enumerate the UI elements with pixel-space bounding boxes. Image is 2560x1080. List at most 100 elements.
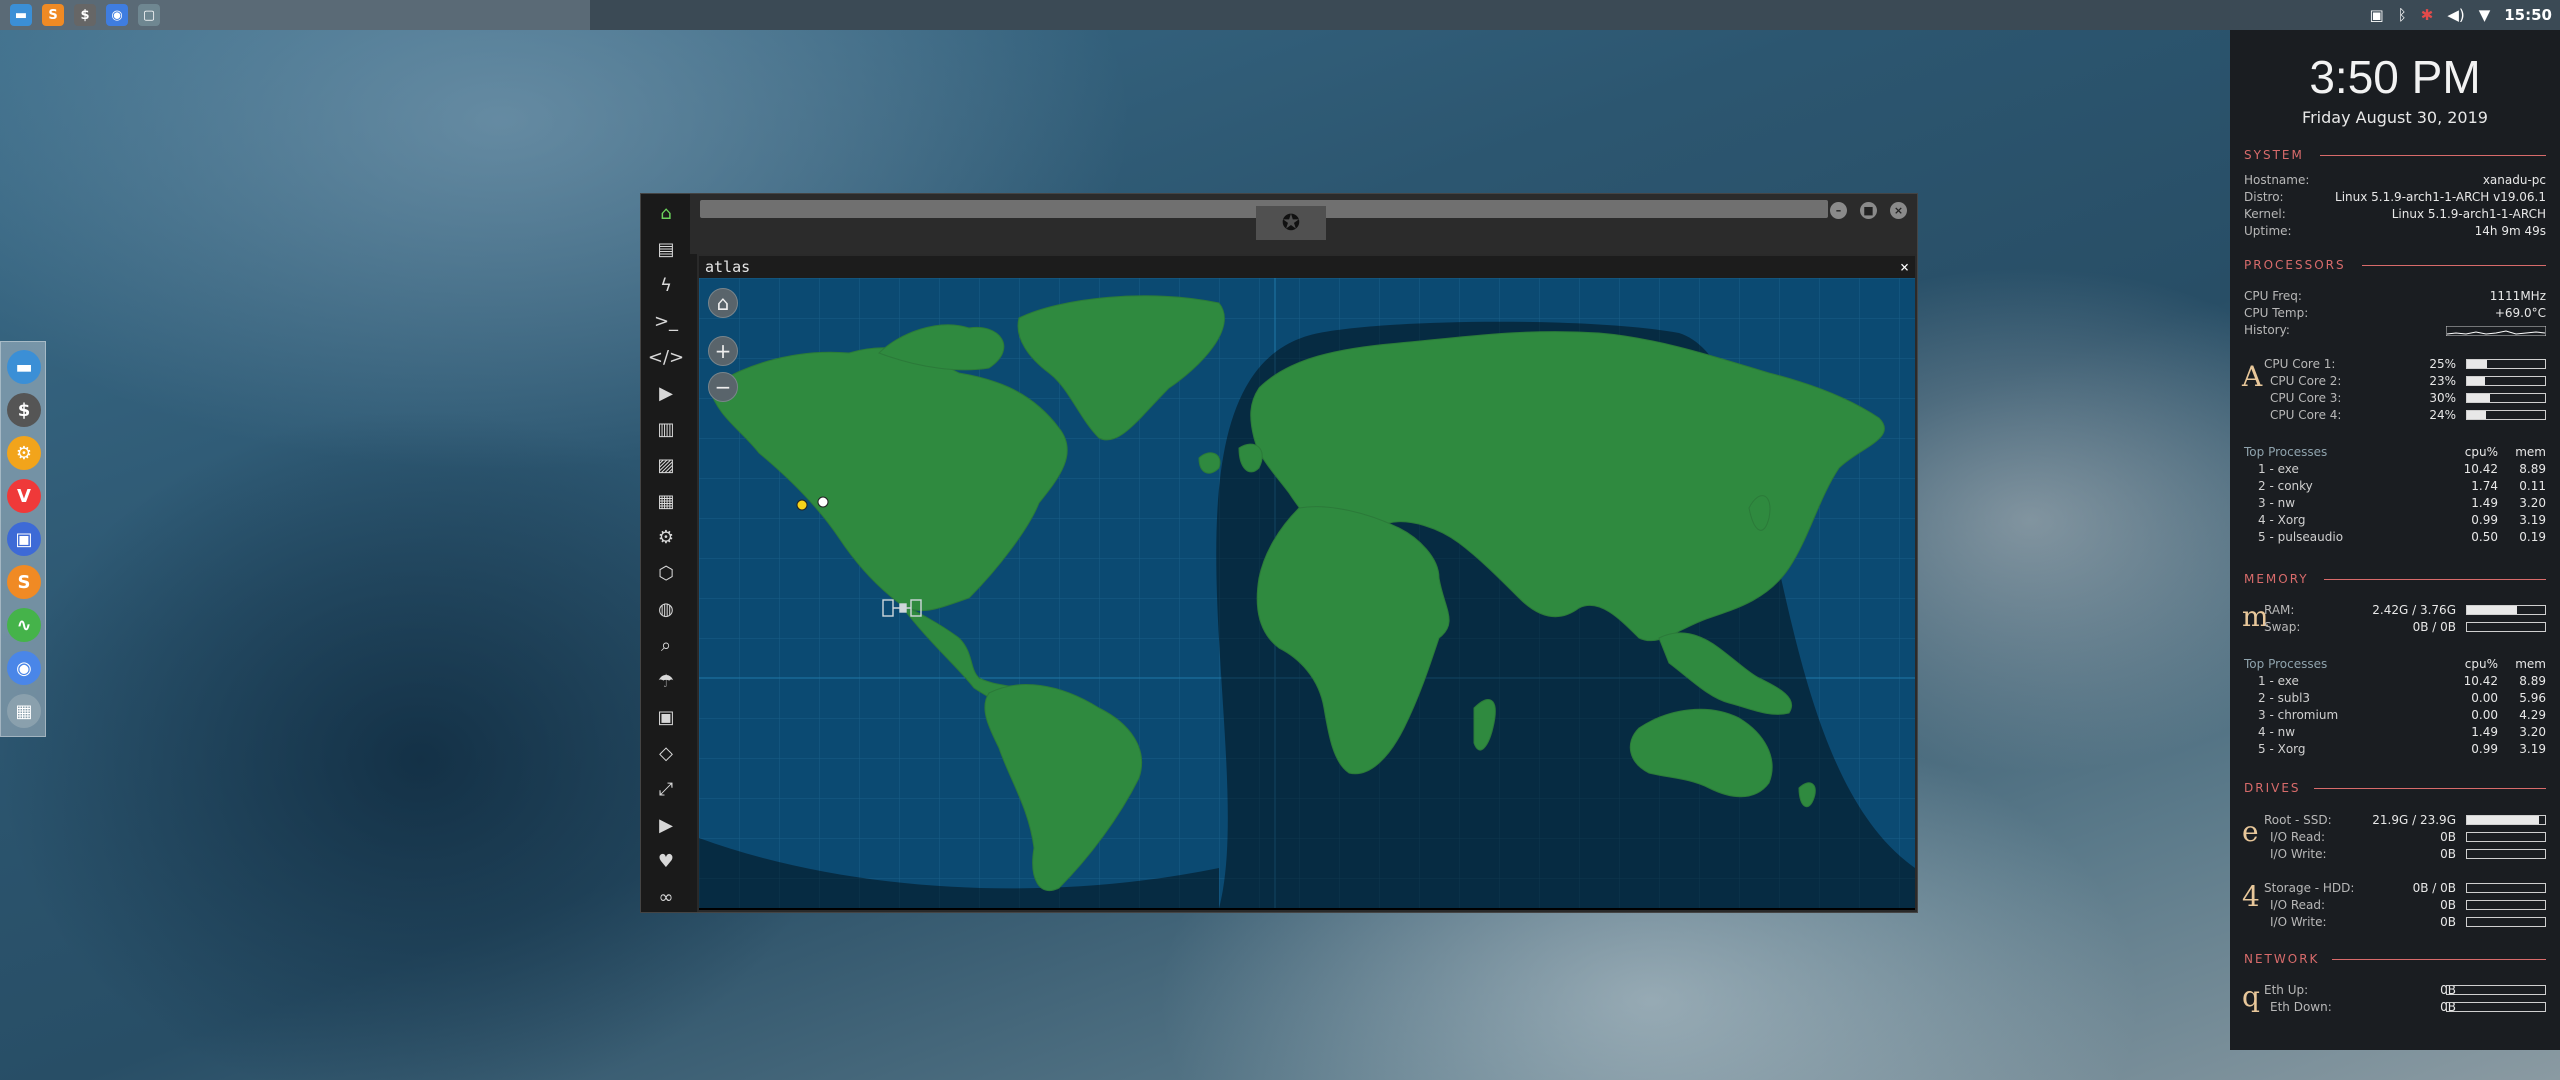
document-icon[interactable]: ▤ <box>653 236 679 262</box>
home-icon[interactable]: ⌂ <box>653 200 679 226</box>
cpu-core-bar <box>2466 359 2546 369</box>
cpu-core-bar <box>2466 393 2546 403</box>
screenshot-tray-icon[interactable]: ▣ <box>2370 6 2384 24</box>
map-home-button[interactable]: ⌂ <box>708 288 738 318</box>
cpu-core-row: CPU Core 2: 23% <box>2270 373 2546 390</box>
eth-down-row: Eth Down: 0B <box>2270 999 2546 1016</box>
hexagon-icon[interactable]: ⬡ <box>653 560 679 586</box>
section-memory: MEMORY <box>2244 572 2546 586</box>
map-canvas <box>699 278 1915 908</box>
root-ssd-row: Root - SSD: 21.9G / 23.9G <box>2264 812 2546 829</box>
play-icon[interactable]: ▶ <box>653 380 679 406</box>
cpu-freq-row: CPU Freq: 1111MHz <box>2244 289 2546 303</box>
search-icon[interactable]: ⌕ <box>653 632 679 658</box>
cpu-core-bar <box>2466 376 2546 386</box>
files-icon[interactable]: ▬ <box>7 350 41 384</box>
storage-hdd-row: Storage - HDD: 0B / 0B <box>2264 880 2546 897</box>
chromium-icon[interactable]: ◉ <box>106 4 128 26</box>
processor-letter: A <box>2242 360 2263 393</box>
window-titlebar[interactable]: ✪ – ■ × <box>690 194 1917 254</box>
system-tray: ▣ ᛒ ✱ ◀) ▼ 15:50 <box>2370 0 2552 30</box>
section-system: SYSTEM <box>2244 148 2546 162</box>
conky-panel: 3:50 PM Friday August 30, 2019 SYSTEM PR… <box>2230 30 2560 1050</box>
swap-row: Swap: 0B / 0B <box>2264 619 2546 636</box>
ledger-icon[interactable]: ▥ <box>653 416 679 442</box>
system-row: Hostname: xanadu-pc <box>2244 173 2546 187</box>
world-map[interactable]: ⌂ + − <box>699 278 1915 908</box>
moon-marker[interactable] <box>817 496 829 508</box>
top-processes-header: Top Processes cpu% mem <box>2244 657 2546 671</box>
globe-icon[interactable]: ◍ <box>653 596 679 622</box>
terminal-icon[interactable]: >_ <box>653 308 679 334</box>
process-row: 4 - nw 1.49 3.20 <box>2258 725 2546 739</box>
process-row: 1 - exe 10.42 8.89 <box>2258 462 2546 476</box>
sun-marker[interactable] <box>796 499 808 511</box>
code-icon[interactable]: </> <box>648 344 684 370</box>
cpu-core-row: CPU Core 1: 25% <box>2264 356 2546 373</box>
atlas-app: atlas × ⌂ + − <box>697 254 1917 912</box>
youtube-icon[interactable]: ▶ <box>653 812 679 838</box>
infinity-icon[interactable]: ∞ <box>653 884 679 910</box>
news-icon[interactable]: ▦ <box>653 488 679 514</box>
wifi-icon[interactable]: ▼ <box>2479 6 2491 24</box>
cpu-core-bar <box>2466 410 2546 420</box>
monitor-icon[interactable]: ∿ <box>7 608 41 642</box>
close-button[interactable]: × <box>1890 202 1907 219</box>
taskbar-launchers: ▬ S $ ◉ ▢ <box>0 0 590 30</box>
zoom-out-button[interactable]: − <box>708 372 738 402</box>
storage-write-row: I/O Write: 0B <box>2270 914 2546 931</box>
section-drives: DRIVES <box>2244 781 2546 795</box>
sublime-icon[interactable]: S <box>42 4 64 26</box>
maximize-button[interactable]: ■ <box>1860 202 1877 219</box>
storage-read-row: I/O Read: 0B <box>2270 897 2546 914</box>
image-icon[interactable]: ▨ <box>653 452 679 478</box>
root-read-row: I/O Read: 0B <box>2270 829 2546 846</box>
section-network: NETWORK <box>2244 952 2546 966</box>
volume-icon[interactable]: ◀) <box>2447 6 2464 24</box>
conky-time: 3:50 PM <box>2309 51 2481 103</box>
notification-icon[interactable]: ✱ <box>2421 6 2434 24</box>
vivaldi-icon[interactable]: V <box>7 479 41 513</box>
settings-icon[interactable]: ⚙ <box>7 436 41 470</box>
cpu-history-graph <box>2446 326 2546 336</box>
minimize-button[interactable]: – <box>1830 202 1847 219</box>
process-row: 5 - pulseaudio 0.50 0.19 <box>2258 530 2546 544</box>
settings-icon[interactable]: ⚙ <box>653 524 679 550</box>
rebel-logo-icon[interactable]: ✪ <box>1256 206 1326 240</box>
contacts-icon[interactable]: ▣ <box>653 704 679 730</box>
app-title: atlas <box>705 258 751 276</box>
terminal-icon[interactable]: $ <box>74 4 96 26</box>
bolt-icon[interactable]: ϟ <box>653 272 679 298</box>
panel-clock[interactable]: 15:50 <box>2504 6 2552 24</box>
process-row: 2 - conky 1.74 0.11 <box>2258 479 2546 493</box>
ram-row: RAM: 2.42G / 3.76G <box>2264 602 2546 619</box>
heart-icon[interactable]: ♥ <box>653 848 679 874</box>
process-row: 2 - subl3 0.00 5.96 <box>2258 691 2546 705</box>
network-letter: q <box>2242 980 2260 1013</box>
app-close-button[interactable]: × <box>1900 256 1909 278</box>
chromium-icon[interactable]: ◉ <box>7 651 41 685</box>
top-panel: ▬ S $ ◉ ▢ ▣ ᛒ ✱ ◀) ▼ 15:50 <box>0 0 2560 30</box>
bluetooth-icon[interactable]: ᛒ <box>2398 6 2407 24</box>
drive-root-letter: e <box>2242 815 2259 848</box>
expand-icon[interactable]: ⤢ <box>653 776 679 802</box>
code-brackets-icon[interactable]: ◇ <box>653 740 679 766</box>
process-row: 5 - Xorg 0.99 3.19 <box>2258 742 2546 756</box>
terminal-icon[interactable]: $ <box>7 393 41 427</box>
section-processors: PROCESSORS <box>2244 258 2546 272</box>
sublime-icon[interactable]: S <box>7 565 41 599</box>
eth-up-row: Eth Up: 0B <box>2264 982 2546 999</box>
system-row: Distro: Linux 5.1.9-arch1-1-ARCH v19.06.1 <box>2244 190 2546 204</box>
screenshot-icon[interactable]: ▣ <box>7 522 41 556</box>
files-icon[interactable]: ▬ <box>10 4 32 26</box>
atlas-icon[interactable]: ▦ <box>7 694 41 728</box>
atlas-icon[interactable]: ▢ <box>138 4 160 26</box>
browser-window: ⌂ ▤ ϟ >_ </> ▶ ▥ ▨ ▦ ⚙ ⬡ ◍ ⌕ ☂ ▣ ◇ ⤢ ▶ ♥ ∞ ✪ – ■ × atlas × <box>640 193 1918 913</box>
zoom-in-button[interactable]: + <box>708 336 738 366</box>
app-dock: ▬ $ ⚙ V ▣ S ∿ ◉ ▦ <box>0 341 46 737</box>
umbrella-icon[interactable]: ☂ <box>653 668 679 694</box>
system-row: Uptime: 14h 9m 49s <box>2244 224 2546 238</box>
app-header: atlas × <box>699 256 1915 278</box>
cpu-history-row: History: <box>2244 322 2546 339</box>
process-row: 3 - nw 1.49 3.20 <box>2258 496 2546 510</box>
